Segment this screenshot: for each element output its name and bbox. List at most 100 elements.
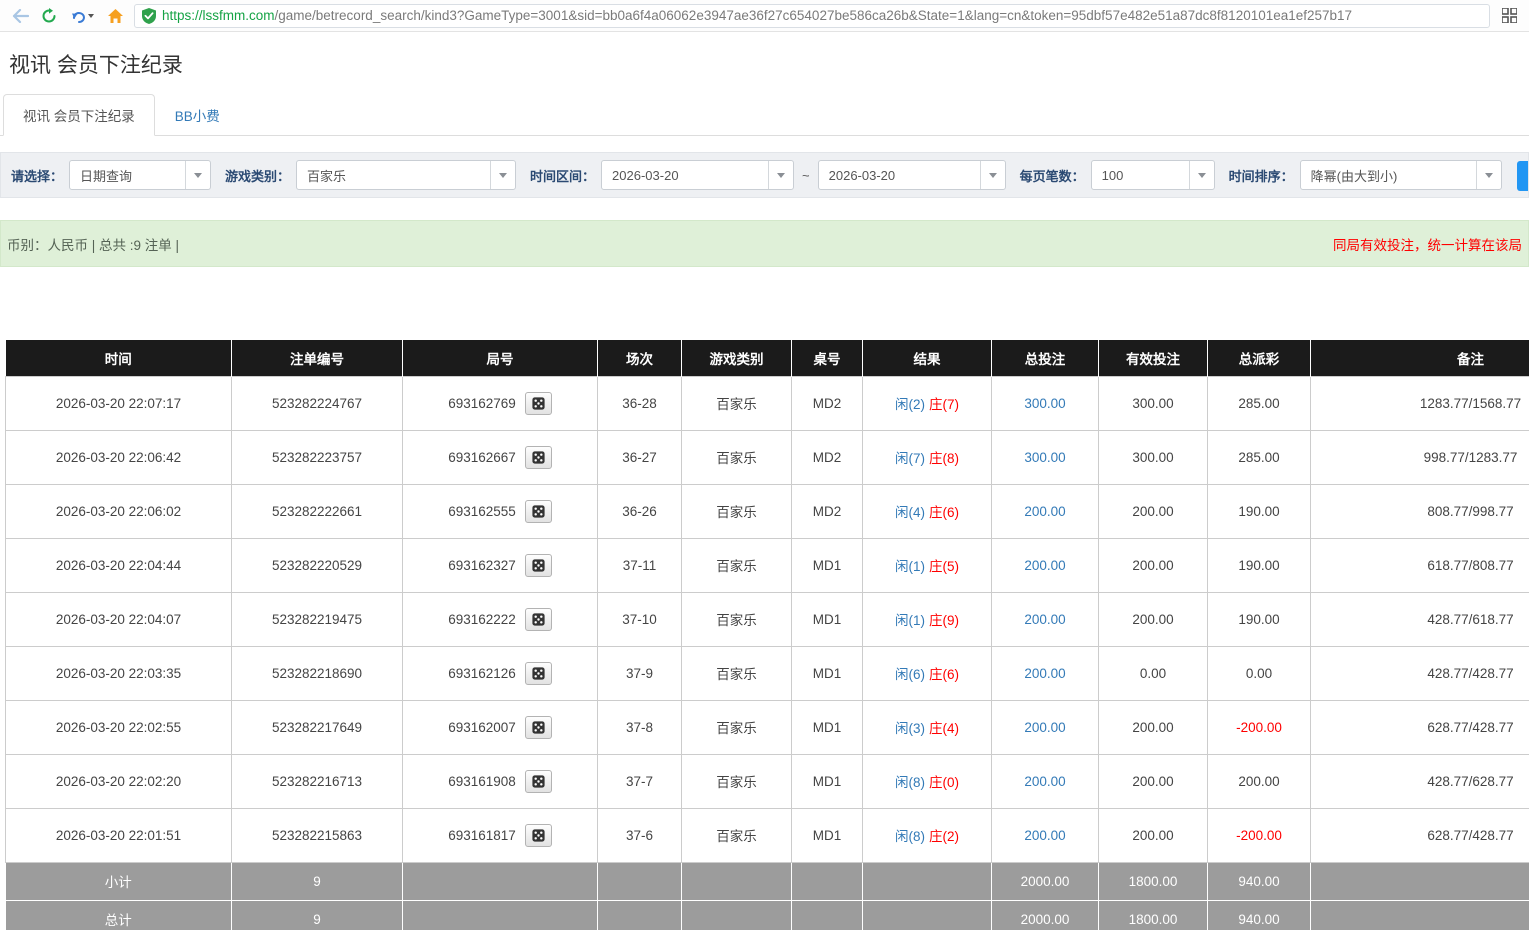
table-body: 2026-03-20 22:07:17 523282224767 6931627…	[6, 376, 1529, 862]
bet-no-cell: 523282222661	[232, 484, 403, 538]
result-cell: 闲(8)庄(2)	[863, 808, 992, 862]
total-bet-link[interactable]: 300.00	[1024, 450, 1065, 465]
url-text: https://lssfmm.com/game/betrecord_search…	[162, 8, 1352, 23]
game-type-cell: 百家乐	[682, 754, 792, 808]
summary-bar: 币别：人民币 | 总共 :9 注单 | 同局有效投注，统一计算在该局	[0, 220, 1529, 267]
game-type-cell: 百家乐	[682, 538, 792, 592]
dice-replay-button[interactable]	[525, 554, 552, 577]
banker-result: 庄(4)	[929, 721, 959, 736]
total-bet-cell: 300.00	[992, 376, 1099, 430]
total-bet-link[interactable]: 200.00	[1024, 828, 1065, 843]
total-bet-link[interactable]: 200.00	[1024, 558, 1065, 573]
dice-replay-button[interactable]	[525, 662, 552, 685]
chevron-down-icon[interactable]	[1189, 161, 1214, 189]
tab-bb-tip[interactable]: BB小费	[155, 94, 240, 136]
dice-replay-button[interactable]	[525, 824, 552, 847]
back-icon[interactable]	[10, 6, 30, 26]
time-cell: 2026-03-20 22:01:51	[6, 808, 232, 862]
col-header-valid-bet: 有效投注	[1099, 340, 1208, 376]
col-header-time: 时间	[6, 340, 232, 376]
round-number: 693162126	[448, 666, 516, 681]
empty-cell	[863, 900, 992, 930]
bet-no-cell: 523282218690	[232, 646, 403, 700]
chevron-down-icon[interactable]	[1476, 161, 1501, 189]
payout-cell: 285.00	[1208, 430, 1311, 484]
total-payout: 940.00	[1208, 900, 1311, 930]
time-cell: 2026-03-20 22:02:55	[6, 700, 232, 754]
payout-cell: 190.00	[1208, 484, 1311, 538]
total-count: 9	[232, 900, 403, 930]
dice-icon	[531, 612, 546, 627]
total-bet-link[interactable]: 200.00	[1024, 504, 1065, 519]
dice-replay-button[interactable]	[525, 770, 552, 793]
game-type-select[interactable]: 百家乐	[296, 160, 516, 190]
total-bet-link[interactable]: 300.00	[1024, 396, 1065, 411]
dice-icon	[531, 720, 546, 735]
undo-icon[interactable]	[68, 6, 96, 26]
table-row: 2026-03-20 22:04:07 523282219475 6931622…	[6, 592, 1529, 646]
valid-bet-cell: 300.00	[1099, 376, 1208, 430]
total-bet-link[interactable]: 200.00	[1024, 666, 1065, 681]
search-button[interactable]	[1517, 161, 1528, 191]
table-header-row: 时间 注单编号 局号 场次 游戏类别 桌号 结果 总投注 有效投注 总派彩 备注	[6, 340, 1529, 376]
query-type-select[interactable]: 日期查询	[69, 160, 211, 190]
round-number: 693162667	[448, 450, 516, 465]
chevron-down-icon[interactable]	[768, 161, 793, 189]
sort-order-label: 时间排序：	[1229, 166, 1294, 185]
valid-bet-cell: 200.00	[1099, 484, 1208, 538]
browser-toolbar: https://lssfmm.com/game/betrecord_search…	[0, 0, 1529, 32]
address-bar[interactable]: https://lssfmm.com/game/betrecord_search…	[134, 4, 1490, 28]
round-number: 693162222	[448, 612, 516, 627]
table-row: 2026-03-20 22:01:51 523282215863 6931618…	[6, 808, 1529, 862]
empty-cell	[1311, 900, 1529, 930]
total-bet-cell: 200.00	[992, 538, 1099, 592]
bet-no-cell: 523282216713	[232, 754, 403, 808]
remark-cell: 1283.77/1568.77	[1311, 376, 1529, 430]
subtotal-payout: 940.00	[1208, 862, 1311, 900]
sort-order-select[interactable]: 降幂(由大到小)	[1300, 160, 1502, 190]
table-no-cell: MD1	[792, 700, 863, 754]
dice-replay-button[interactable]	[525, 500, 552, 523]
chevron-down-icon[interactable]	[980, 161, 1005, 189]
col-header-result: 结果	[863, 340, 992, 376]
date-to-input[interactable]: 2026-03-20	[818, 160, 1006, 190]
remark-cell: 618.77/808.77	[1311, 538, 1529, 592]
player-result: 闲(1)	[895, 559, 925, 574]
home-icon[interactable]	[105, 6, 125, 26]
banker-result: 庄(2)	[929, 829, 959, 844]
total-bet-cell: 200.00	[992, 484, 1099, 538]
dice-replay-button[interactable]	[525, 446, 552, 469]
dice-replay-button[interactable]	[525, 716, 552, 739]
chevron-down-icon[interactable]	[185, 161, 210, 189]
tab-betrecord[interactable]: 视讯 会员下注纪录	[3, 94, 155, 136]
chevron-down-icon[interactable]	[490, 161, 515, 189]
result-cell: 闲(1) 庄(5)	[863, 538, 992, 592]
round-number: 693161908	[448, 774, 516, 789]
table-no-cell: MD1	[792, 754, 863, 808]
total-bet-cell: 200.00	[992, 700, 1099, 754]
valid-bet-cell: 200.00	[1099, 592, 1208, 646]
banker-result: 庄(5)	[929, 559, 959, 574]
date-from-input[interactable]: 2026-03-20	[601, 160, 794, 190]
dice-icon	[531, 828, 546, 843]
subtotal-valid-bet: 1800.00	[1099, 862, 1208, 900]
total-bet-link[interactable]: 200.00	[1024, 612, 1065, 627]
dice-replay-button[interactable]	[525, 392, 552, 415]
extension-grid-icon[interactable]	[1499, 6, 1519, 26]
player-result: 闲(3)	[895, 721, 925, 736]
game-type-label: 游戏类别：	[225, 166, 290, 185]
payout-cell: 200.00	[1208, 754, 1311, 808]
total-bet-link[interactable]: 200.00	[1024, 720, 1065, 735]
game-type-cell: 百家乐	[682, 376, 792, 430]
total-bet-link[interactable]: 200.00	[1024, 774, 1065, 789]
undo-dropdown-caret[interactable]	[88, 14, 94, 18]
refresh-icon[interactable]	[39, 6, 59, 26]
dice-replay-button[interactable]	[525, 608, 552, 631]
table-row: 2026-03-20 22:02:55 523282217649 6931620…	[6, 700, 1529, 754]
per-page-label: 每页笔数：	[1020, 166, 1085, 185]
time-cell: 2026-03-20 22:03:35	[6, 646, 232, 700]
per-page-select[interactable]: 100	[1091, 160, 1215, 190]
payout-cell: 190.00	[1208, 538, 1311, 592]
remark-cell: 428.77/618.77	[1311, 592, 1529, 646]
table-row: 2026-03-20 22:02:20 523282216713 6931619…	[6, 754, 1529, 808]
